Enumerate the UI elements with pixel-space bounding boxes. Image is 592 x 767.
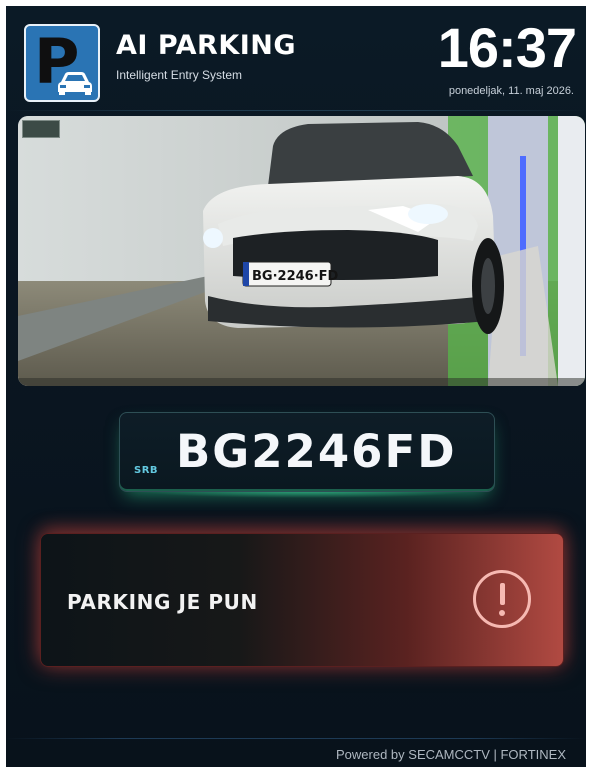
app-subtitle: Intelligent Entry System: [116, 68, 243, 82]
plate-number: BG2246FD: [176, 425, 457, 478]
parking-logo: P: [24, 24, 100, 102]
app-title: AI PARKING: [116, 30, 297, 61]
parking-full-alert: PARKING JE PUN: [40, 533, 564, 667]
camera-plate-text: BG·2246·FD: [252, 269, 339, 284]
footer-credit: Powered by SECAMCCTV | FORTINEX: [336, 747, 566, 762]
parking-screen: P AI PARKING Intelligent Entry System 16…: [6, 6, 586, 767]
camera-thumbnail: [22, 120, 60, 138]
exclamation-dot: [499, 610, 505, 616]
exclamation-bar: [499, 583, 505, 605]
header-divider: [6, 110, 586, 111]
camera-image: BG·2246·FD: [18, 116, 585, 386]
clock-date: ponedeljak, 11. maj 2026.: [448, 85, 574, 97]
alert-message: PARKING JE PUN: [67, 590, 258, 614]
license-plate-display: SRB BG2246FD: [119, 412, 495, 492]
clock-time: 16:37: [437, 16, 577, 79]
exclamation-circle-icon: [473, 570, 531, 628]
footer-divider: [6, 738, 586, 739]
plate-country-code: SRB: [134, 465, 159, 476]
camera-feed: BG·2246·FD: [18, 116, 585, 386]
car-icon: [58, 72, 92, 95]
